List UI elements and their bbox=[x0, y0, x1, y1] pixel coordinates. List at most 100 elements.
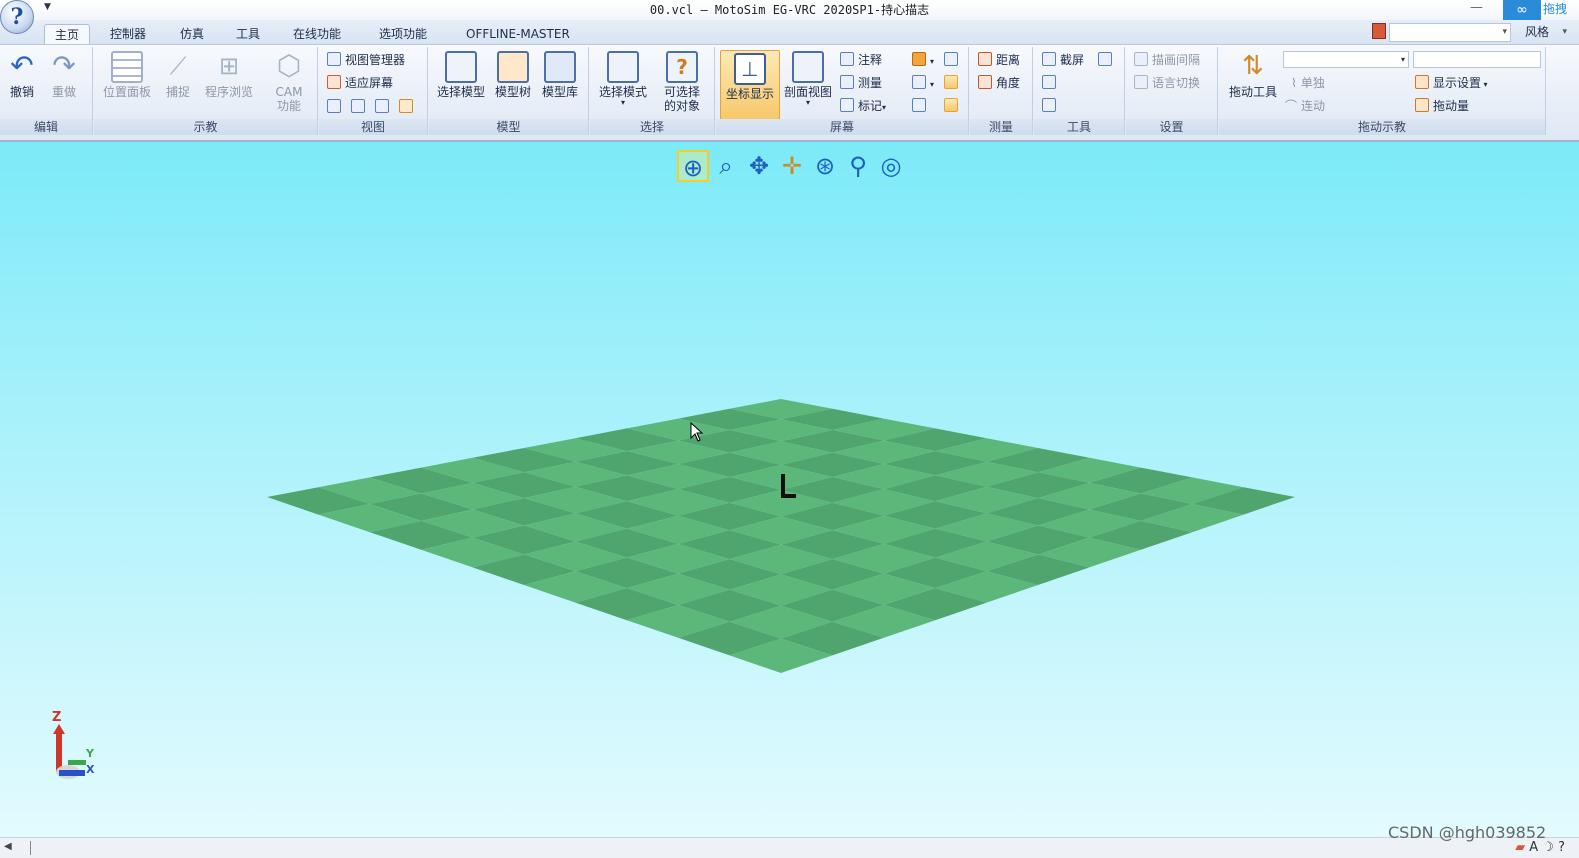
drag-amount-button[interactable]: 拖动量 bbox=[1415, 96, 1469, 116]
drag-value-field[interactable] bbox=[1413, 51, 1541, 68]
undo-button[interactable]: ↶ 撤销 bbox=[4, 49, 40, 100]
display-color-button[interactable]: ▾ bbox=[912, 50, 934, 70]
group-drag-teach: ⇅ 拖动工具 ▾ ⌇ 单独 ⌒ 连动 显示设置 ▾ 拖动量 拖动示教 bbox=[1219, 47, 1546, 135]
view-side-button[interactable] bbox=[375, 97, 393, 117]
3d-viewport[interactable]: ⊕ ⌕ ✥ ✛ ⊛ ⚲ ◎ Z Y X bbox=[0, 142, 1579, 837]
measure-dim-button[interactable]: 测量 bbox=[840, 73, 882, 93]
top-right-label[interactable]: 拖拽 bbox=[1543, 0, 1579, 20]
group-label-drag-teach: 拖动示教 bbox=[1219, 119, 1545, 135]
view-front-button[interactable] bbox=[327, 97, 345, 117]
color-cube-icon bbox=[912, 52, 926, 66]
model-library-label: 模型库 bbox=[541, 85, 578, 99]
app-menu-button[interactable]: ? bbox=[0, 0, 34, 34]
selectable-objects-button[interactable]: ? 可选择 的对象 bbox=[654, 51, 710, 113]
arrows-button[interactable]: ▾ bbox=[912, 73, 934, 93]
tray-icons: ▰ A ☽ ? bbox=[1515, 840, 1565, 855]
grid-button[interactable] bbox=[944, 96, 962, 116]
group-edit: ↶ 撤销 ↷ 重做 编辑 bbox=[0, 47, 93, 135]
lock-button[interactable] bbox=[1098, 50, 1116, 70]
model-tree-icon bbox=[497, 51, 529, 83]
tab-simulation[interactable]: 仿真 bbox=[170, 24, 214, 44]
tab-tools[interactable]: 工具 bbox=[226, 24, 270, 44]
group-label-select: 选择 bbox=[590, 119, 714, 135]
undo-icon: ↶ bbox=[10, 49, 34, 82]
weight-icon bbox=[912, 98, 926, 112]
rotate-view-icon[interactable]: ⊕ bbox=[677, 150, 709, 182]
mark-button[interactable]: 标记▾ bbox=[840, 96, 886, 116]
angle-button[interactable]: 角度 bbox=[978, 73, 1020, 93]
group-select: 选择模式 ▾ ? 可选择 的对象 选择 bbox=[590, 47, 715, 135]
save-icon[interactable] bbox=[1372, 23, 1386, 39]
view-top-button[interactable] bbox=[351, 97, 369, 117]
language-switch-label: 语言切换 bbox=[1152, 76, 1201, 90]
style-label[interactable]: 风格 bbox=[1525, 22, 1549, 42]
select-model-label: 选择模型 bbox=[436, 85, 485, 99]
rotate-z-icon[interactable]: ⊛ bbox=[809, 150, 841, 182]
program-browse-label: 程序浏览 bbox=[204, 85, 253, 99]
zoom-box-icon[interactable]: ⌕ bbox=[710, 150, 742, 182]
tray-ime-icon[interactable]: A bbox=[1529, 840, 1538, 855]
display-settings-label: 显示设置 bbox=[1433, 76, 1482, 90]
program-browse-button[interactable]: ⊞ 程序浏览 bbox=[200, 51, 258, 99]
fit-screen-button[interactable]: 适应屏幕 bbox=[327, 73, 393, 93]
model-tree-label: 模型树 bbox=[494, 85, 531, 99]
minimize-button[interactable]: — bbox=[1470, 0, 1483, 15]
draw-interval-button[interactable]: 描画间隔 bbox=[1134, 50, 1200, 70]
tray-app-icon[interactable]: ▰ bbox=[1515, 840, 1525, 855]
select-mode-icon bbox=[607, 51, 639, 83]
tray-extra-icon[interactable]: ? bbox=[1558, 840, 1565, 855]
zoom-icon[interactable]: ⚲ bbox=[842, 150, 874, 182]
annotate-button[interactable]: 注释 bbox=[840, 50, 882, 70]
fit-screen-icon bbox=[327, 75, 341, 89]
tab-controller[interactable]: 控制器 bbox=[100, 24, 156, 44]
tray-moon-icon[interactable]: ☽ bbox=[1542, 840, 1554, 855]
target-icon[interactable]: ◎ bbox=[875, 150, 907, 182]
pan-icon[interactable]: ✛ bbox=[776, 150, 808, 182]
style-combo[interactable] bbox=[1389, 23, 1511, 42]
screenshot-button[interactable]: 截屏 bbox=[1042, 50, 1084, 70]
status-bar: ◀ ▰ A ☽ ? bbox=[0, 837, 1579, 858]
question-cursor-icon: ? bbox=[666, 51, 698, 83]
language-switch-button[interactable]: 语言切换 bbox=[1134, 73, 1200, 93]
redo-button[interactable]: ↷ 重做 bbox=[46, 51, 82, 100]
drag-tool-button[interactable]: ⇅ 拖动工具 bbox=[1223, 51, 1283, 99]
style-dropdown-icon[interactable]: ▾ bbox=[1562, 22, 1567, 42]
capture-button[interactable]: ⟋ 捕捉 bbox=[158, 51, 198, 99]
tool-option-2-button[interactable] bbox=[1042, 73, 1060, 93]
infinity-icon[interactable]: ∞ bbox=[1503, 0, 1541, 20]
coord-display-button[interactable]: ⊥ 坐标显示 bbox=[720, 50, 780, 120]
model-tree-button[interactable]: 模型树 bbox=[491, 51, 535, 99]
select-model-icon bbox=[445, 51, 477, 83]
view-iso-button[interactable] bbox=[399, 97, 417, 117]
cam-function-button[interactable]: ⬡ CAM 功能 bbox=[266, 49, 312, 114]
tab-offline-master[interactable]: OFFLINE-MASTER bbox=[456, 24, 580, 44]
display-settings-button[interactable]: 显示设置 ▾ bbox=[1415, 73, 1488, 93]
group-label-tools: 工具 bbox=[1034, 119, 1124, 135]
model-library-button[interactable]: 模型库 bbox=[537, 51, 583, 99]
frame-button[interactable] bbox=[944, 73, 962, 93]
linked-button[interactable]: ⌒ 连动 bbox=[1285, 96, 1325, 116]
tool-option-3-button[interactable] bbox=[1042, 96, 1060, 116]
select-model-button[interactable]: 选择模型 bbox=[433, 51, 489, 99]
position-panel-label: 位置面板 bbox=[102, 85, 151, 99]
tab-home[interactable]: 主页 bbox=[44, 24, 91, 44]
view-manager-button[interactable]: 视图管理器 bbox=[327, 50, 405, 70]
weight-button[interactable] bbox=[912, 96, 930, 116]
drag-robot-combo[interactable]: ▾ bbox=[1283, 51, 1409, 68]
distance-button[interactable]: 距离 bbox=[978, 50, 1020, 70]
select-mode-button[interactable]: 选择模式 ▾ bbox=[594, 51, 652, 107]
light-button[interactable] bbox=[944, 50, 962, 70]
single-button[interactable]: ⌇ 单独 bbox=[1291, 73, 1325, 93]
tab-online[interactable]: 在线功能 bbox=[283, 24, 351, 44]
cam-cube-icon: ⬡ bbox=[276, 49, 302, 82]
scroll-left-icon[interactable]: ◀ bbox=[4, 841, 12, 852]
undo-label: 撤销 bbox=[9, 85, 34, 99]
tab-options[interactable]: 选项功能 bbox=[369, 24, 437, 44]
rotate-free-icon[interactable]: ✥ bbox=[743, 150, 775, 182]
capture-icon: ⟋ bbox=[169, 52, 187, 80]
language-icon bbox=[1134, 75, 1148, 89]
selectable-label-line1: 可选择 bbox=[663, 85, 700, 99]
section-view-button[interactable]: 剖面视图 ▾ bbox=[780, 51, 836, 107]
position-panel-button[interactable]: 位置面板 bbox=[98, 51, 156, 99]
mark-label: 标记 bbox=[858, 99, 883, 113]
